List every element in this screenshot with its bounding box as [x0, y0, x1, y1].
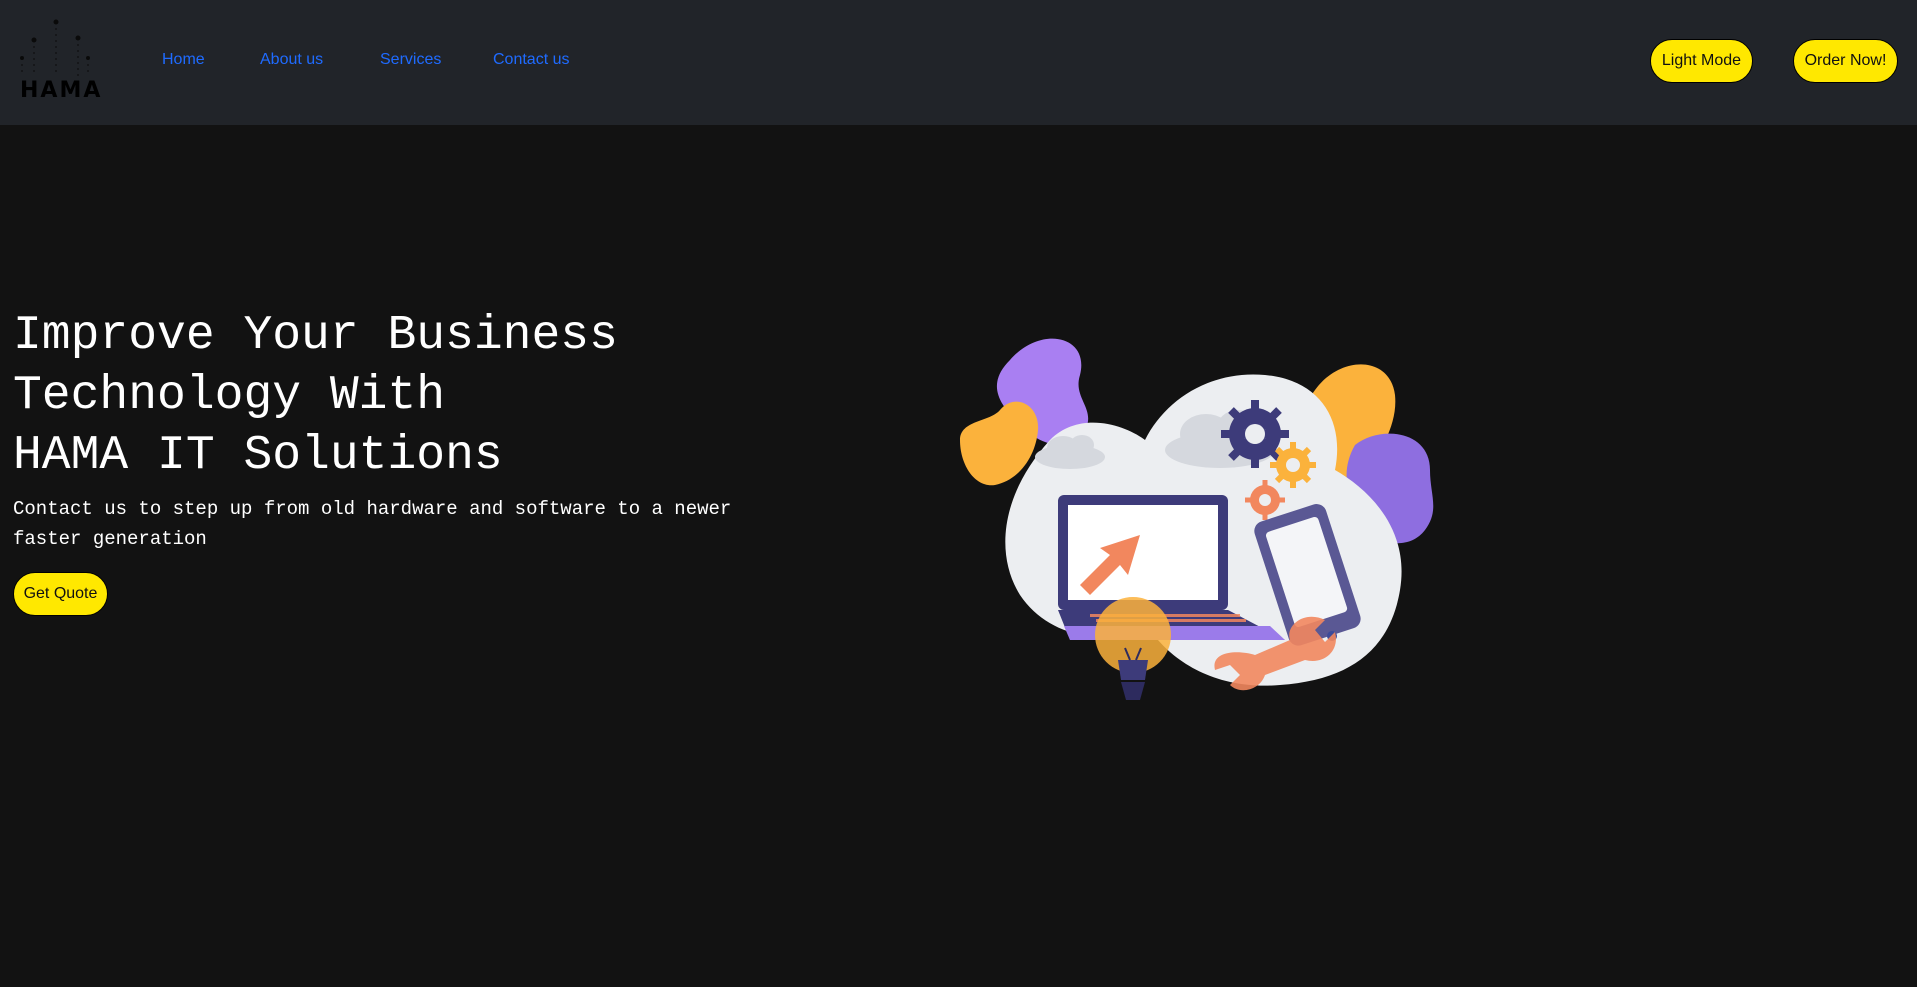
- nav-contact-link[interactable]: Contact us: [493, 51, 569, 69]
- nav-about-link[interactable]: About us: [260, 51, 323, 69]
- nav-home-link[interactable]: Home: [162, 51, 205, 69]
- hero-title-line: Technology With: [13, 369, 446, 423]
- hero-subtitle: Contact us to step up from old hardware …: [13, 498, 732, 550]
- nav-services-link[interactable]: Services: [380, 51, 441, 69]
- order-now-button[interactable]: Order Now!: [1793, 39, 1898, 83]
- navbar: HAMA Home About us Services Contact us L…: [0, 0, 1917, 125]
- it-services-illustration-icon: [960, 338, 1434, 700]
- hero-title-line: Improve Your Business: [13, 309, 618, 363]
- get-quote-button[interactable]: Get Quote: [13, 572, 108, 616]
- brand-logo[interactable]: HAMA: [14, 14, 106, 106]
- hero-title: Improve Your Business Technology With HA…: [13, 306, 733, 486]
- logo-text: HAMA: [20, 78, 103, 103]
- light-mode-button[interactable]: Light Mode: [1650, 39, 1753, 83]
- lightbulb-icon: [1095, 597, 1171, 700]
- hero-title-line: HAMA IT Solutions: [13, 429, 503, 483]
